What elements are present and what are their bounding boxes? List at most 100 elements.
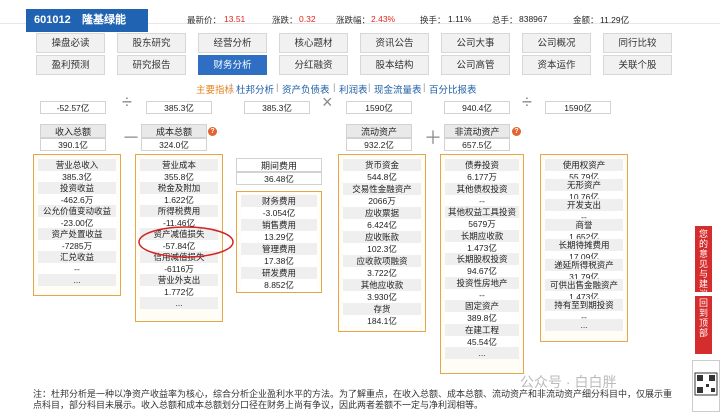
tab-r1-1[interactable]: 股东研究 xyxy=(117,33,186,53)
col_expense-item: 管理费用 17.38亿 xyxy=(241,243,317,267)
noncurrent-assets-label: 非流动资产 xyxy=(444,124,510,138)
col_cost-item-label: 营业成本 xyxy=(140,159,218,171)
col_expense-item: 销售费用 13.29亿 xyxy=(241,219,317,243)
noncurrent-assets-column-right: 使用权资产 55.79亿 无形资产 10.76亿 开发支出 -- 商誉 1.652亿 长期待摊费… xyxy=(540,154,628,342)
stock-header: 601012 隆基绿能 最新价： 13.51 涨跌： 0.32 涨跌幅： 2.4… xyxy=(0,0,720,32)
col_expense-item: 财务费用 -3.054亿 xyxy=(241,195,317,219)
col_income-item: 投资收益 -462.6万 xyxy=(38,182,116,206)
tab-r1-4[interactable]: 资讯公告 xyxy=(360,33,429,53)
col_expense-item-label: 管理费用 xyxy=(241,243,317,255)
col_income-item-label: 资产处置收益 xyxy=(38,228,116,240)
col_current-item-value: 184.1亿 xyxy=(343,315,421,327)
subnav-separator: | xyxy=(276,82,279,93)
col_noncurrent_left-item: 其他债权投资 -- xyxy=(445,182,519,207)
tab-r1-0[interactable]: 操盘必读 xyxy=(36,33,105,53)
subnav-item-1[interactable]: 杜邦分析 xyxy=(236,82,274,96)
col_noncurrent_right-item: ... xyxy=(545,319,623,331)
current-assets-label: 流动资产 xyxy=(346,124,412,138)
col_noncurrent_left-item: ... xyxy=(445,347,519,359)
col_noncurrent_left-item-value: 389.8亿 xyxy=(445,312,519,324)
tab-r2-6[interactable]: 资本运作 xyxy=(522,55,591,75)
subnav-item-3[interactable]: 利润表 xyxy=(339,82,368,96)
col_noncurrent_left-item-label: 长期应收款 xyxy=(445,229,519,242)
col_noncurrent_left-item-value: 5679万 xyxy=(445,218,519,230)
feedback-button[interactable]: 您的意见与建议 xyxy=(695,226,712,299)
col_noncurrent_right-item-label: 可供出售金融资产 xyxy=(545,279,623,291)
tab-r2-7[interactable]: 关联个股 xyxy=(603,55,672,75)
amount-value: 11.29亿 xyxy=(600,15,630,25)
col_cost-item: 营业外支出 1.772亿 xyxy=(140,274,218,298)
tab-r2-4[interactable]: 股本结构 xyxy=(360,55,429,75)
col_cost-item: 营业成本 355.8亿 xyxy=(140,159,218,183)
col_expense-item-value: 17.38亿 xyxy=(241,255,317,267)
col_current-item-label: 应收账款 xyxy=(343,231,421,243)
col_noncurrent_left-item-value: -- xyxy=(445,194,519,207)
red-highlight-ellipse xyxy=(138,226,234,258)
help-icon[interactable]: ? xyxy=(208,127,217,136)
col_current-item: 存货 184.1亿 xyxy=(343,303,421,327)
minus-icon: － xyxy=(122,128,140,148)
turnover-value: 1.11% xyxy=(448,14,472,24)
col_current-item-value: 3.930亿 xyxy=(343,291,421,303)
col_noncurrent_left-item-label: ... xyxy=(445,347,519,359)
col_noncurrent_left-item-value: -- xyxy=(445,288,519,301)
col_current-item-value: 3.722亿 xyxy=(343,267,421,279)
col_current-item-value: 544.8亿 xyxy=(343,171,421,183)
col_noncurrent_left-item: 其他权益工具投资 5679万 xyxy=(445,206,519,230)
multiply-icon: × xyxy=(322,92,333,112)
tab-r1-7[interactable]: 同行比较 xyxy=(603,33,672,53)
subnav-item-4[interactable]: 现金流量表 xyxy=(374,82,422,96)
col_noncurrent_left-item: 投资性房地产 -- xyxy=(445,276,519,301)
period-expense-label: 期间费用 xyxy=(236,158,322,172)
col_current-item-label: 存货 xyxy=(343,303,421,315)
change-value: 0.32 xyxy=(299,14,316,24)
col_expense-item-label: 财务费用 xyxy=(241,195,317,207)
volume-label: 总手： xyxy=(492,15,518,25)
tab-r2-0[interactable]: 盈利预测 xyxy=(36,55,105,75)
tab-r1-2[interactable]: 经营分析 xyxy=(198,33,267,53)
tab-r1-6[interactable]: 公司概况 xyxy=(522,33,591,53)
current-assets-value: 932.2亿 xyxy=(346,138,412,151)
col_income-item: ... xyxy=(38,274,116,286)
col_noncurrent_right-item-label: ... xyxy=(545,319,623,331)
stock-code: 601012 xyxy=(34,14,71,26)
col_current-item-label: 交易性金融资产 xyxy=(343,183,421,195)
col_noncurrent_right-item-label: 开发支出 xyxy=(545,199,623,211)
col_current-item: 应收账款 102.3亿 xyxy=(343,231,421,255)
help-icon-2[interactable]: ? xyxy=(512,127,521,136)
subnav-separator: | xyxy=(333,82,336,93)
back-to-top-button[interactable]: 回到顶部 xyxy=(695,296,712,354)
expense-detail-column: 财务费用 -3.054亿 销售费用 13.29亿 管理费用 17.38亿 研发费用 8.852… xyxy=(236,191,322,293)
partial-value-5: 940.4亿 xyxy=(444,101,510,114)
col_income-item-label: 投资收益 xyxy=(38,182,116,194)
col_income-item-label: 公允价值变动收益 xyxy=(38,205,116,217)
col_expense-item-value: -3.054亿 xyxy=(241,207,317,219)
subnav-item-0[interactable]: 主要指标 xyxy=(196,82,234,96)
tab-r2-2[interactable]: 财务分析 xyxy=(198,55,267,75)
stock-name: 隆基绿能 xyxy=(82,14,126,26)
col_income-item: 资产处置收益 -7285万 xyxy=(38,228,116,252)
col_expense-item-label: 研发费用 xyxy=(241,267,317,279)
subnav-item-5[interactable]: 百分比报表 xyxy=(429,82,477,96)
col_noncurrent_right-item-label: 使用权资产 xyxy=(545,159,623,171)
col_current-item-label: 货币资金 xyxy=(343,159,421,171)
tab-r2-1[interactable]: 研究报告 xyxy=(117,55,186,75)
tab-r1-3[interactable]: 核心题材 xyxy=(279,33,348,53)
tab-r2-3[interactable]: 分红融资 xyxy=(279,55,348,75)
latest-price-label: 最新价： xyxy=(187,15,222,25)
col_income-item: 汇兑收益 -- xyxy=(38,251,116,275)
current-assets-column: 货币资金 544.8亿 交易性金融资产 2066万 应收票据 6.424亿 应收账款 102.… xyxy=(338,154,426,332)
col_current-item-value: 2066万 xyxy=(343,195,421,207)
partial-value-4: 1590亿 xyxy=(346,101,412,114)
col_noncurrent_left-item: 债券投资 6.177万 xyxy=(445,159,519,183)
latest-price-value: 13.51 xyxy=(224,14,246,24)
tab-r2-5[interactable]: 公司高管 xyxy=(441,55,510,75)
tab-r1-5[interactable]: 公司大事 xyxy=(441,33,510,53)
col_income-item-label: 营业总收入 xyxy=(38,159,116,171)
divide-icon-2: ÷ xyxy=(522,92,532,112)
cost-total-value: 324.0亿 xyxy=(141,138,207,151)
stock-identity: 601012 隆基绿能 xyxy=(26,9,148,32)
noncurrent-assets-column-left: 债券投资 6.177万 其他债权投资 -- 其他权益工具投资 5679万 长期应收款 1.47… xyxy=(440,154,524,374)
col_noncurrent_right-item-label: 递延所得税资产 xyxy=(545,259,623,271)
col_current-item-value: 102.3亿 xyxy=(343,243,421,255)
